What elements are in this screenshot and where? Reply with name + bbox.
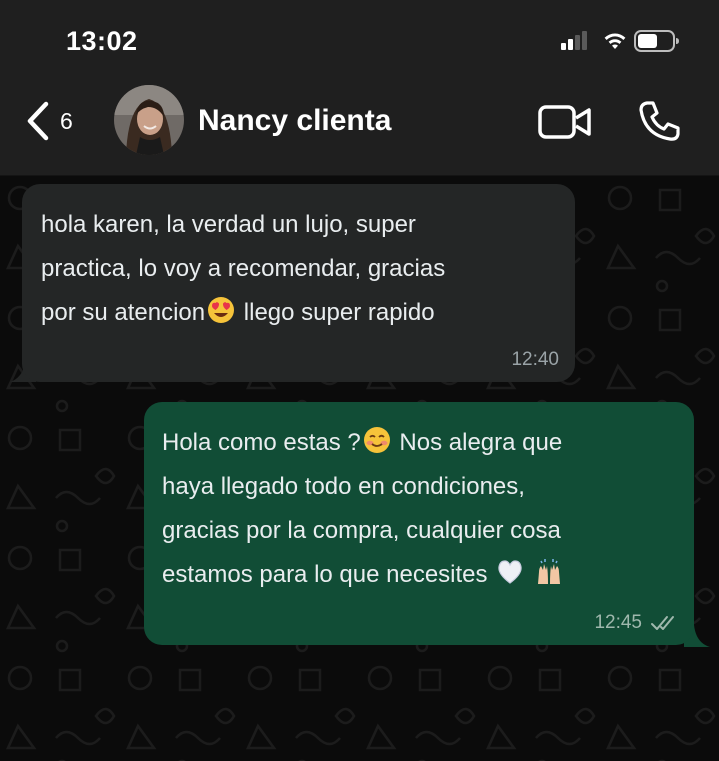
avatar[interactable] (114, 85, 184, 155)
chat-area[interactable]: hola karen, la verdad un lujo, super pra… (0, 176, 719, 761)
whatsapp-chat-screen: 13:02 6 Nancy clienta hola karen, la ver… (0, 0, 719, 761)
incoming-message[interactable]: hola karen, la verdad un lujo, super pra… (22, 184, 575, 382)
signal-icon (561, 31, 591, 50)
heart-eyes-emoji (208, 297, 235, 323)
contact-photo (114, 85, 184, 155)
message-time: 12:45 (594, 612, 642, 633)
message-line: por su atencion llego super rapido (41, 291, 557, 335)
raising-hands-emoji (537, 559, 560, 584)
status-time: 13:02 (66, 26, 138, 56)
contact-name[interactable]: Nancy clienta (198, 104, 391, 138)
back-button[interactable]: 6 (24, 98, 73, 144)
video-call-icon (538, 105, 591, 139)
phone-icon (639, 101, 680, 141)
message-line: haya llegado todo en condiciones, (162, 473, 525, 500)
message-line: practica, lo voy a recomendar, gracias (41, 255, 446, 282)
read-ticks-icon (651, 616, 674, 630)
message-line: estamos para lo que necesites (162, 553, 676, 597)
message-line: gracias por la compra, cualquier cosa (162, 517, 561, 544)
outgoing-message[interactable]: Hola como estas ? Nos alegra que haya ll… (144, 402, 694, 645)
video-call-button[interactable] (538, 104, 592, 140)
message-time: 12:40 (511, 349, 559, 370)
battery-icon (634, 30, 679, 52)
smiling-face-emoji (363, 427, 390, 453)
unread-count: 6 (60, 107, 73, 134)
chat-header: 6 Nancy clienta (0, 82, 719, 176)
message-line: Hola como estas ? Nos alegra que (162, 421, 676, 465)
status-bar: 13:02 (0, 0, 719, 82)
voice-call-button[interactable] (637, 99, 681, 143)
chevron-left-icon (27, 101, 49, 141)
message-line: hola karen, la verdad un lujo, super (41, 211, 416, 238)
white-heart-emoji (498, 560, 522, 584)
wifi-icon (604, 33, 626, 49)
